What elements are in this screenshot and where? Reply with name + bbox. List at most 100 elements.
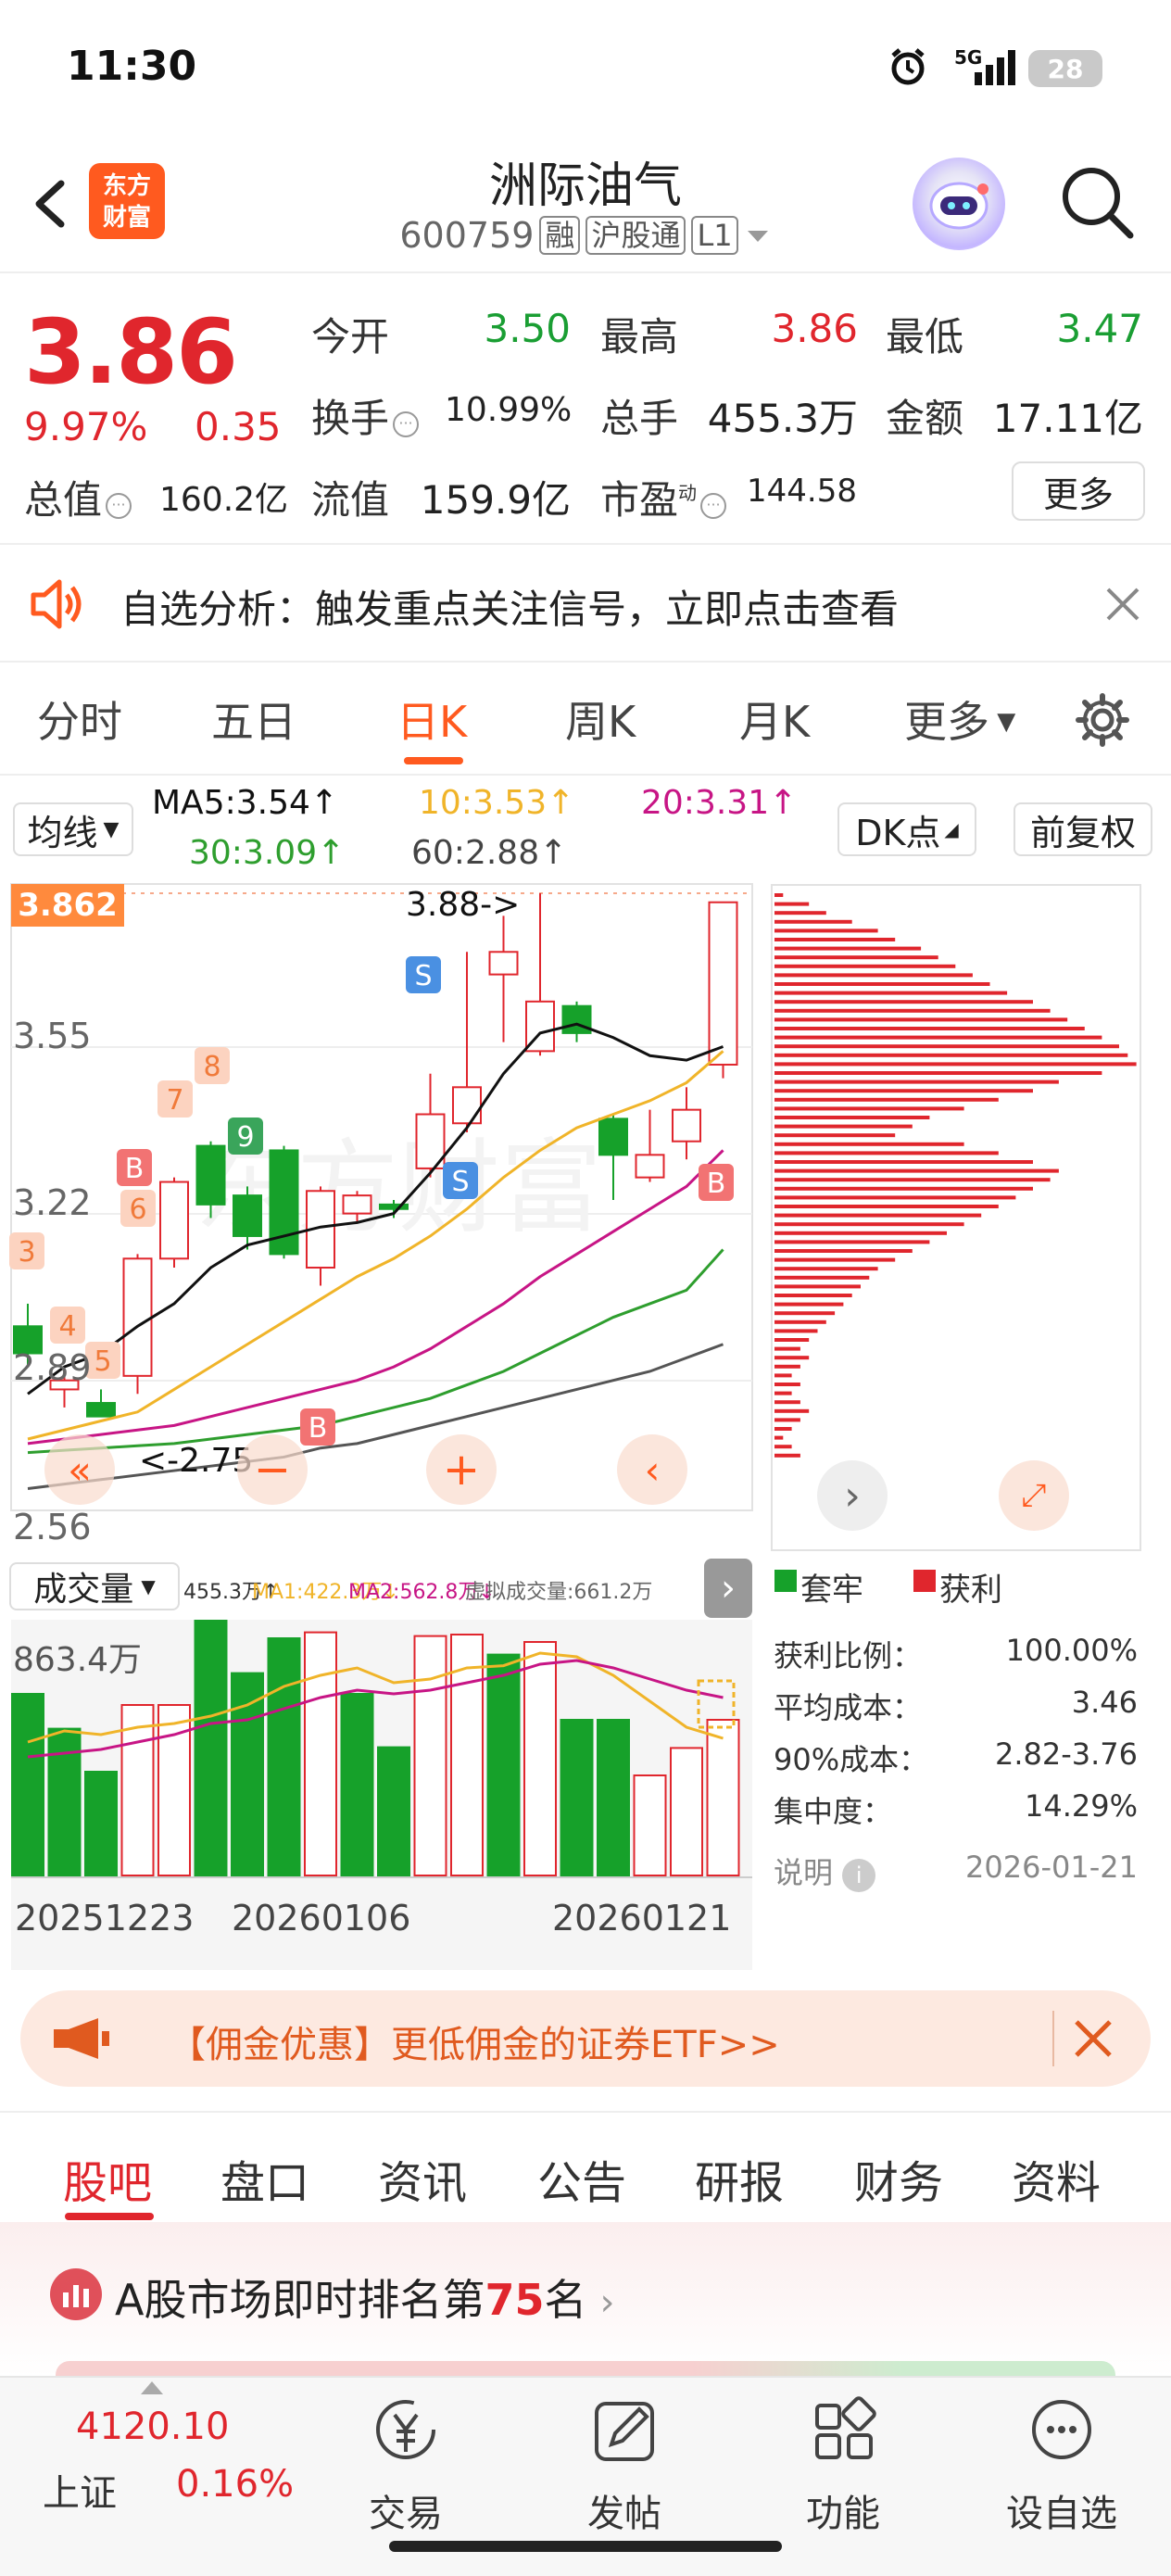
zoom-out-button[interactable]: − [237, 1434, 308, 1505]
chip-next-button[interactable]: › [817, 1460, 888, 1531]
volume-bar [670, 1747, 703, 1876]
chip-bar [774, 1257, 896, 1262]
bottom-tab-underline [65, 2213, 154, 2220]
chip-bar [774, 1017, 1068, 1022]
tab-order-book[interactable]: 盘口 [220, 2146, 309, 2211]
chip-bar [774, 1080, 1059, 1084]
legend-trapped: 套牢 [800, 1572, 863, 1609]
chip-bar [774, 902, 810, 906]
buy-signal: B [125, 1153, 145, 1185]
promo-close-icon[interactable] [1071, 2016, 1115, 2065]
search-icon[interactable] [1056, 161, 1140, 245]
tab-monthly-k[interactable]: 月K [739, 688, 810, 750]
chip-bar [774, 1186, 1033, 1191]
nav-add-watchlist[interactable]: 设自选 [988, 2396, 1136, 2535]
candle-body [86, 1402, 116, 1418]
chip-bar [774, 1311, 836, 1316]
chip-bar [774, 1133, 896, 1138]
total-value: 160.2亿 [159, 481, 289, 519]
home-indicator [389, 2541, 782, 2552]
y-label-4: 2.56 [13, 1507, 92, 1547]
kline-chart[interactable]: 东方财富 BSSBB3456789 3.862 3.55 3.22 2.89 2… [0, 880, 760, 1557]
explain-link[interactable]: 说明 i [774, 1850, 876, 1892]
chip-bar [774, 1240, 930, 1244]
ma-select[interactable]: 均线 ▼ [13, 802, 133, 856]
count-mark: 7 [166, 1084, 183, 1117]
tab-five-day[interactable]: 五日 [211, 688, 296, 750]
volume-bar [304, 1631, 337, 1876]
chip-bar [774, 893, 784, 897]
tab-news[interactable]: 资讯 [378, 2146, 467, 2211]
chip-bar [774, 1435, 784, 1440]
float-label: 流值 [311, 477, 390, 523]
close-icon[interactable] [1102, 584, 1143, 628]
candle-body [233, 1194, 262, 1237]
tab-more[interactable]: 更多 ▼ [904, 688, 1015, 750]
volume-bar [633, 1774, 667, 1876]
active-tab-underline [404, 757, 463, 764]
count-mark: 6 [129, 1193, 146, 1226]
volume-value: 455.3万 [707, 396, 858, 441]
index-name[interactable]: 上证 [43, 2463, 117, 2517]
chip-bar [774, 928, 878, 933]
chip-bar [774, 1205, 999, 1208]
chip-bar [774, 1027, 1085, 1030]
index-change[interactable]: 0.16% [176, 2463, 294, 2506]
rewind-button[interactable]: « [44, 1434, 115, 1505]
current-price: 3.86 [24, 300, 238, 404]
candle-body [342, 1194, 372, 1215]
chip-bar [774, 1222, 964, 1227]
tab-announcements[interactable]: 公告 [537, 2146, 626, 2211]
nav-functions[interactable]: 功能 [769, 2396, 917, 2535]
volume-bar [523, 1641, 557, 1876]
tab-daily-k[interactable]: 日K [397, 688, 467, 750]
tab-forum[interactable]: 股吧 [63, 2146, 152, 2211]
candle-body [195, 1144, 226, 1206]
tab-profile[interactable]: 资料 [1012, 2146, 1101, 2211]
expand-up-icon[interactable] [141, 2381, 163, 2394]
collapse-panel-button[interactable]: › [704, 1559, 752, 1618]
expand-icon[interactable]: ⤢ [999, 1460, 1069, 1531]
chip-bar [774, 1089, 1033, 1093]
market-ranking[interactable]: A股市场即时排名第75名 › [0, 2222, 1171, 2389]
more-button[interactable]: 更多 [1012, 461, 1145, 521]
megaphone-icon [50, 2014, 115, 2066]
chip-bar [774, 1338, 810, 1342]
connect-tag: 沪股通 [586, 216, 686, 255]
volume-max-label: 863.4万 [13, 1641, 143, 1679]
tab-intraday[interactable]: 分时 [37, 688, 122, 750]
notice-bar[interactable]: 自选分析：触发重点关注信号，立即点击查看 [0, 547, 1171, 663]
nav-trade[interactable]: 交易 [332, 2396, 480, 2535]
pe-label: 市盈动··· [600, 469, 727, 525]
dk-point-select[interactable]: DK点 ◢ [837, 802, 976, 856]
step-left-button[interactable]: ‹ [617, 1434, 687, 1505]
volume-select[interactable]: 成交量 ▼ [9, 1562, 180, 1610]
assistant-robot-icon[interactable] [913, 158, 1005, 250]
volume-bar [84, 1771, 118, 1876]
chip-bar [774, 1391, 792, 1395]
speaker-icon [28, 575, 87, 638]
zoom-in-button[interactable]: + [426, 1434, 497, 1505]
chip-bar [774, 1294, 852, 1297]
volume-chart[interactable]: 863.4万 20251223 20260106 20260121 [0, 1619, 760, 1972]
level-tag: L1 [691, 216, 738, 255]
index-value[interactable]: 4120.10 [76, 2406, 229, 2448]
nav-post[interactable]: 发帖 [550, 2396, 699, 2535]
chip-bar [774, 938, 896, 941]
tab-finance[interactable]: 财务 [854, 2146, 943, 2211]
dropdown-icon [747, 231, 768, 242]
commission-promo-banner[interactable]: 【佣金优惠】更低佣金的证券ETF>> [20, 1990, 1151, 2087]
volume-bar [377, 1746, 410, 1876]
tab-research[interactable]: 研报 [695, 2146, 784, 2211]
chip-bar [774, 1124, 913, 1129]
high-marker: 3.88-> [406, 886, 521, 924]
chip-bar [774, 1168, 1059, 1173]
tab-weekly-k[interactable]: 周K [565, 688, 636, 750]
settings-gear-icon[interactable] [1075, 692, 1130, 751]
chip-bar [774, 1106, 964, 1111]
price-adjust-button[interactable]: 前复权 [1014, 802, 1152, 856]
signal-icon: 5G [954, 46, 1019, 87]
count-mark: 3 [18, 1236, 35, 1269]
change-percent: 9.97% [24, 404, 148, 449]
volume-bar [340, 1693, 374, 1876]
